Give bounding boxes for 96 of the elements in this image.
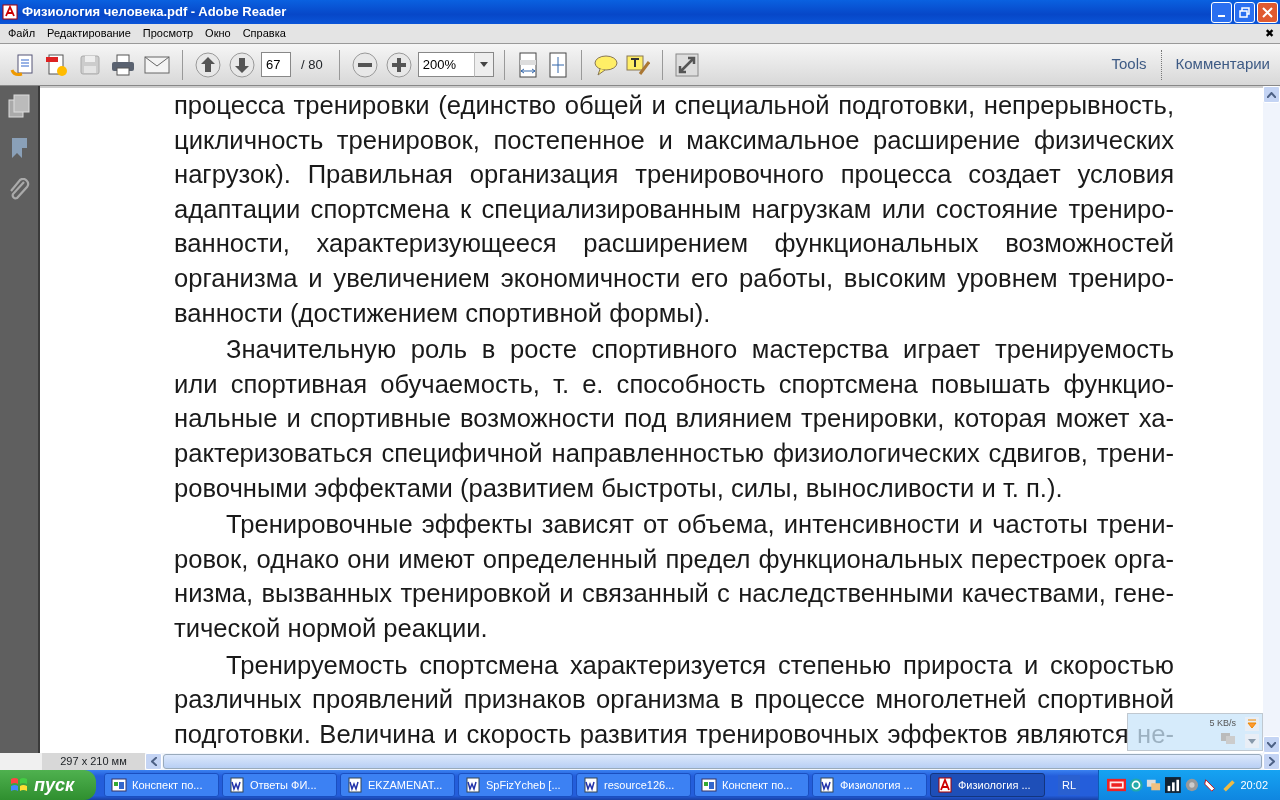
zoom-field[interactable]: 200% <box>417 52 474 77</box>
comment-icon <box>593 53 618 76</box>
page-size-label: 297 x 210 мм <box>42 753 145 770</box>
taskbar-button[interactable]: EKZAMENAT... <box>340 773 455 797</box>
next-page-icon <box>229 51 255 78</box>
scroll-down-button[interactable] <box>1263 736 1280 753</box>
menu-item[interactable]: Файл <box>2 24 42 43</box>
text-line: Значительную роль в росте спортивного мастерства играет тренируемость <box>225 334 1174 366</box>
menu-item[interactable]: Окно <box>199 24 237 43</box>
document-icon <box>819 777 835 793</box>
text-line: различных проявлений признаков организма в процессе многолетней спортивной <box>174 684 1174 716</box>
taskbar-button[interactable]: Физиология ... <box>812 773 927 797</box>
comments-button[interactable]: Комментарии <box>1165 53 1280 76</box>
text-line: или спортивная обучаемость, т. е. способность спортсмена повышать функцио- <box>174 368 1174 400</box>
print-icon <box>110 52 136 77</box>
zoom-out-icon <box>351 51 378 78</box>
taskbar-button[interactable]: Физиология ... <box>930 773 1045 797</box>
tools-button[interactable]: Tools <box>1101 53 1157 76</box>
application-icon <box>111 777 127 793</box>
document-icon <box>347 777 363 793</box>
network-icon[interactable] <box>1245 717 1259 731</box>
scroll-right-button[interactable] <box>1263 753 1280 770</box>
paperclip-icon[interactable] <box>8 178 30 202</box>
e-circle-icon[interactable] <box>1129 777 1144 793</box>
stats-icon[interactable] <box>1165 776 1181 794</box>
document-icon <box>229 777 245 793</box>
page-number-field[interactable]: 67 <box>261 52 291 77</box>
start-button[interactable]: пуск <box>0 770 96 800</box>
text-line: цикличность тренировок, постепенное и максимальное расширение физических <box>174 124 1174 156</box>
text-line: нальные и спортивные возможности под влиянием тренировки, которая может ха- <box>174 403 1174 435</box>
close-icon <box>1262 6 1273 18</box>
taskbar-button[interactable]: resource126... <box>576 773 691 797</box>
expand-icon <box>674 52 699 77</box>
zoom-out-button[interactable] <box>349 49 380 80</box>
text-line: ровок, однако они имеют определенный предел функциональных перестроек орга- <box>174 543 1174 575</box>
minimize-button[interactable] <box>1211 1 1232 23</box>
ati-icon[interactable] <box>1107 778 1127 792</box>
computers-icon <box>1220 730 1236 746</box>
save-icon <box>78 52 102 77</box>
restore-button[interactable] <box>1234 1 1255 23</box>
minimize-icon <box>1218 15 1225 17</box>
pdf-file-icon <box>937 777 953 793</box>
expand-button[interactable] <box>672 50 701 79</box>
open-document-icon <box>10 51 36 78</box>
vertical-scrollbar[interactable] <box>1263 86 1280 753</box>
taskbar-button[interactable]: Конспект по... <box>694 773 809 797</box>
language-indicator[interactable]: RL <box>1058 774 1081 796</box>
close-button[interactable] <box>1257 1 1278 23</box>
text-line: ванности (достижением спортивной формы). <box>174 297 712 329</box>
text-line: процесса тренировки (единство общей и специальной подготовки, непрерывность, <box>174 90 1174 121</box>
windows-logo-icon <box>10 777 28 793</box>
create-pdf-icon <box>44 51 70 78</box>
page-total: / 80 <box>301 55 323 74</box>
text-line: организма и увеличением экономичности его работы, высоким уровнем трениро- <box>174 262 1174 294</box>
menu-item[interactable]: Просмотр <box>136 24 200 43</box>
next-page-button[interactable] <box>227 49 257 80</box>
menu-item[interactable]: Редактирование <box>41 24 137 43</box>
close-menu-button[interactable]: ✖ <box>1259 25 1280 42</box>
document-icon <box>465 777 481 793</box>
taskbar-button[interactable]: Конспект по... <box>104 773 219 797</box>
scroll-left-button[interactable] <box>145 753 162 770</box>
text-line: ванности, характеризующееся расширением функциональных возможностей <box>174 228 1174 260</box>
text-line: адаптации спортсмена к специализированным нагрузкам или состояние трениро- <box>174 193 1174 225</box>
text-line: Тренировочные эффекты зависят от объема, интенсивности и частоты трени- <box>225 509 1174 541</box>
clock: 20:02 <box>1240 777 1268 793</box>
bookmark-icon[interactable] <box>10 136 28 160</box>
fit-page-icon <box>546 51 569 78</box>
menu-item[interactable]: Справка <box>236 24 292 43</box>
scroll-up-button[interactable] <box>1263 86 1280 103</box>
caret-icon[interactable] <box>1245 734 1259 748</box>
text-line: ровочными эффектами (развитием быстроты, силы, выносливости и т. п.). <box>174 472 1064 504</box>
pages-icon[interactable] <box>8 94 30 118</box>
speed-label: 5 KB/s <box>1209 717 1236 730</box>
taskbar-button[interactable]: SpFizYcheb [... <box>458 773 573 797</box>
document-icon <box>583 777 599 793</box>
previous-page-button[interactable] <box>193 49 223 80</box>
text-line: низма, вызванных тренировкой и связанный с наследственными качествами, гене- <box>174 578 1174 610</box>
highlight-text-icon <box>625 53 650 76</box>
previous-page-icon <box>195 51 221 78</box>
caret-icon <box>150 757 157 766</box>
text-line: тической нормой реакции. <box>174 612 489 644</box>
application-icon <box>701 777 717 793</box>
text-line: Тренируемость спортсмена характеризуется степенью прироста и скоростью <box>225 649 1174 681</box>
taskbar-button[interactable]: Ответы ФИ... <box>222 773 337 797</box>
zoom-in-icon <box>385 51 412 78</box>
restore-icon <box>1239 6 1250 18</box>
zoom-in-button[interactable] <box>383 49 414 80</box>
fit-width-icon <box>516 51 539 78</box>
pdf-file-icon <box>2 4 18 20</box>
window-title: Физиология человека.pdf - Adobe Reader <box>22 3 287 22</box>
dropdown-button[interactable] <box>473 52 494 77</box>
caret-icon <box>1267 91 1276 98</box>
text-line: рактеризоваться специфичной направленностью физиологических сдвигов, трени- <box>174 437 1174 469</box>
text-line: нагрузок). Правильная организация тренировочного процесса создает условия <box>174 159 1174 191</box>
email-icon <box>144 54 170 75</box>
caret-icon <box>479 62 488 67</box>
